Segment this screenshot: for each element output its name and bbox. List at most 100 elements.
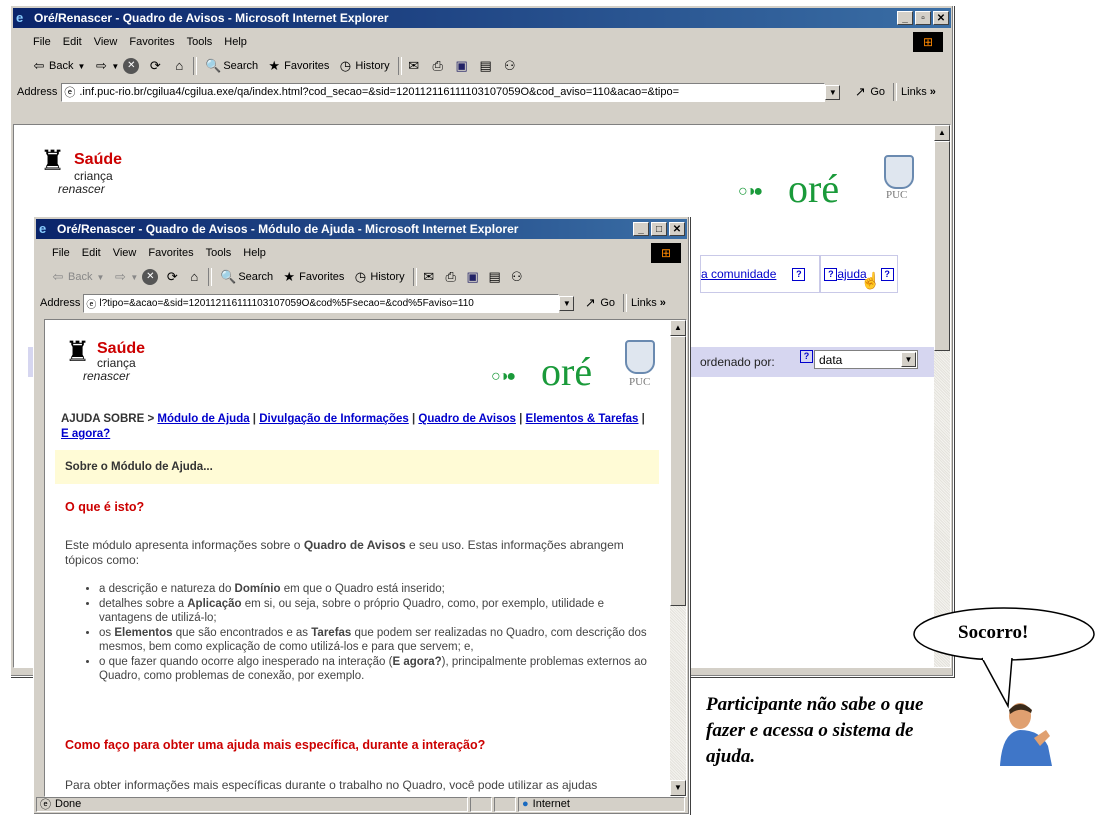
back-button[interactable]: ⇦ Back ▼ bbox=[27, 58, 89, 74]
menu-tools[interactable]: Tools bbox=[181, 36, 219, 48]
menu-file[interactable]: File bbox=[46, 247, 76, 259]
forward-arrow-icon: ⇨ bbox=[95, 58, 107, 73]
page-icon: ⓔ bbox=[86, 299, 97, 311]
bubble-text: Socorro! bbox=[958, 622, 1029, 643]
windows-logo-icon: ⊞ bbox=[913, 32, 943, 52]
hand-cursor-icon: ☝ bbox=[860, 273, 881, 290]
help-vertical-scrollbar[interactable]: ▲ ▼ bbox=[670, 320, 686, 796]
refresh-icon[interactable]: ⟳ bbox=[164, 269, 180, 285]
sort-dropdown-button[interactable]: ▼ bbox=[901, 352, 916, 367]
help-title-bar[interactable]: e Oré/Renascer - Quadro de Avisos - Módu… bbox=[36, 219, 687, 239]
menu-tools[interactable]: Tools bbox=[200, 247, 238, 259]
stop-icon[interactable]: ✕ bbox=[142, 269, 159, 285]
forward-button[interactable]: ⇨ ▼ bbox=[108, 269, 142, 285]
help-question-icon[interactable]: ? bbox=[792, 267, 806, 281]
menu-edit[interactable]: Edit bbox=[57, 36, 88, 48]
community-link[interactable]: a comunidade bbox=[701, 267, 776, 281]
mail-icon[interactable]: ✉ bbox=[421, 269, 437, 285]
main-title-bar[interactable]: e Oré/Renascer - Quadro de Avisos - Micr… bbox=[13, 8, 951, 28]
help-toolbar: ⇦ Back ▼ ⇨ ▼ ✕ ⟳ ⌂ 🔍 Search ★ Favorites ◷ Hist… bbox=[36, 265, 687, 289]
favorites-icon: ★ bbox=[283, 269, 295, 284]
list-item: a descrição e natureza do Domínio em que… bbox=[99, 582, 659, 596]
maximize-button[interactable]: □ bbox=[651, 222, 667, 236]
search-button[interactable]: 🔍 Search bbox=[216, 269, 277, 285]
scroll-thumb[interactable] bbox=[934, 141, 950, 351]
main-toolbar: ⇦ Back ▼ ⇨ ▼ ✕ ⟳ ⌂ 🔍 Search ★ Favorites ◷ Hist… bbox=[13, 54, 951, 78]
search-button[interactable]: 🔍 Search bbox=[201, 58, 262, 74]
minimize-button[interactable]: _ bbox=[633, 222, 649, 236]
go-arrow-icon: ↗ bbox=[584, 295, 596, 310]
discuss-icon[interactable]: ▤ bbox=[478, 58, 494, 74]
scroll-down-button[interactable]: ▼ bbox=[670, 780, 686, 796]
ordered-by-label: ordenado por: bbox=[700, 355, 775, 369]
person-icon bbox=[1000, 703, 1052, 766]
stop-icon[interactable]: ✕ bbox=[123, 58, 140, 74]
mail-icon[interactable]: ✉ bbox=[406, 58, 422, 74]
refresh-icon[interactable]: ⟳ bbox=[147, 58, 163, 74]
forward-arrow-icon: ⇨ bbox=[114, 269, 126, 284]
breadcrumb-link[interactable]: Elementos & Tarefas bbox=[526, 413, 639, 425]
menu-file[interactable]: File bbox=[27, 36, 57, 48]
close-button[interactable]: ✕ bbox=[933, 11, 949, 25]
go-button[interactable]: ↗ Go bbox=[578, 295, 619, 311]
close-button[interactable]: ✕ bbox=[669, 222, 685, 236]
breadcrumb-link[interactable]: Divulgação de Informações bbox=[259, 413, 409, 425]
menu-edit[interactable]: Edit bbox=[76, 247, 107, 259]
status-text: ⓔ Done bbox=[36, 796, 468, 812]
scroll-up-button[interactable]: ▲ bbox=[934, 125, 950, 141]
favorites-button[interactable]: ★ Favorites bbox=[277, 269, 348, 285]
breadcrumb-link[interactable]: Módulo de Ajuda bbox=[157, 413, 249, 425]
search-icon: 🔍 bbox=[220, 269, 237, 284]
home-icon[interactable]: ⌂ bbox=[171, 58, 187, 74]
main-window-title: Oré/Renascer - Quadro de Avisos - Micros… bbox=[34, 11, 389, 25]
scroll-up-button[interactable]: ▲ bbox=[670, 320, 686, 336]
help-question-icon[interactable]: ? bbox=[824, 267, 838, 281]
page-icon: ⓔ bbox=[40, 799, 51, 811]
help-question-icon[interactable]: ? bbox=[880, 267, 894, 281]
help-question-icon[interactable]: ? bbox=[800, 350, 813, 363]
breadcrumb-link[interactable]: Quadro de Avisos bbox=[418, 413, 516, 425]
messenger-icon[interactable]: ⚇ bbox=[509, 269, 525, 285]
history-button[interactable]: ◷ History bbox=[333, 58, 393, 74]
sort-select[interactable]: data ▼ bbox=[814, 350, 918, 369]
list-item: detalhes sobre a Aplicação em si, ou sej… bbox=[99, 597, 659, 625]
menu-view[interactable]: View bbox=[88, 36, 124, 48]
address-field[interactable]: ⓔ l?tipo=&acao=&sid=12011211611110310705… bbox=[83, 293, 560, 313]
menu-help[interactable]: Help bbox=[218, 36, 253, 48]
puc-crest-icon bbox=[625, 340, 655, 374]
help-address-bar: Address ⓔ l?tipo=&acao=&sid=120112116111… bbox=[36, 291, 687, 315]
go-button[interactable]: ↗ Go bbox=[848, 84, 889, 100]
menu-favorites[interactable]: Favorites bbox=[123, 36, 180, 48]
menu-favorites[interactable]: Favorites bbox=[142, 247, 199, 259]
favorites-icon: ★ bbox=[268, 58, 280, 73]
menu-help[interactable]: Help bbox=[237, 247, 272, 259]
messenger-icon[interactable]: ⚇ bbox=[502, 58, 518, 74]
forward-button[interactable]: ⇨ ▼ bbox=[89, 58, 123, 74]
intro-paragraph: Este módulo apresenta informações sobre … bbox=[65, 538, 624, 567]
edit-icon[interactable]: ▣ bbox=[454, 58, 470, 74]
address-dropdown-button[interactable]: ▼ bbox=[559, 295, 575, 311]
minimize-button[interactable]: _ bbox=[897, 11, 913, 25]
links-button[interactable]: Links » bbox=[631, 297, 666, 309]
discuss-icon[interactable]: ▤ bbox=[487, 269, 503, 285]
main-vertical-scrollbar[interactable]: ▲ bbox=[934, 125, 950, 667]
menu-view[interactable]: View bbox=[107, 247, 143, 259]
address-field[interactable]: ⓔ .inf.puc-rio.br/cgilua4/cgilua.exe/qa/… bbox=[61, 82, 826, 102]
print-icon[interactable]: ⎙ bbox=[430, 58, 446, 74]
links-button[interactable]: Links » bbox=[901, 86, 936, 98]
main-menu-bar: File Edit View Favorites Tools Help ⊞ bbox=[13, 32, 951, 52]
breadcrumb-link[interactable]: E agora? bbox=[61, 428, 110, 440]
back-button[interactable]: ⇦ Back ▼ bbox=[46, 269, 108, 285]
scroll-thumb[interactable] bbox=[670, 336, 686, 606]
home-icon[interactable]: ⌂ bbox=[186, 269, 202, 285]
address-dropdown-button[interactable]: ▼ bbox=[825, 84, 841, 100]
edit-icon[interactable]: ▣ bbox=[465, 269, 481, 285]
favorites-button[interactable]: ★ Favorites bbox=[262, 58, 333, 74]
maximize-button[interactable]: ▫ bbox=[915, 11, 931, 25]
help-menu-bar: File Edit View Favorites Tools Help ⊞ bbox=[36, 243, 687, 263]
print-icon[interactable]: ⎙ bbox=[443, 269, 459, 285]
nav-community[interactable]: a comunidade ? bbox=[700, 255, 820, 293]
history-button[interactable]: ◷ History bbox=[348, 269, 408, 285]
list-item: os Elementos que são encontrados e as Ta… bbox=[99, 626, 659, 654]
nav-help[interactable]: ? ajuda ☝ ? bbox=[820, 255, 898, 293]
